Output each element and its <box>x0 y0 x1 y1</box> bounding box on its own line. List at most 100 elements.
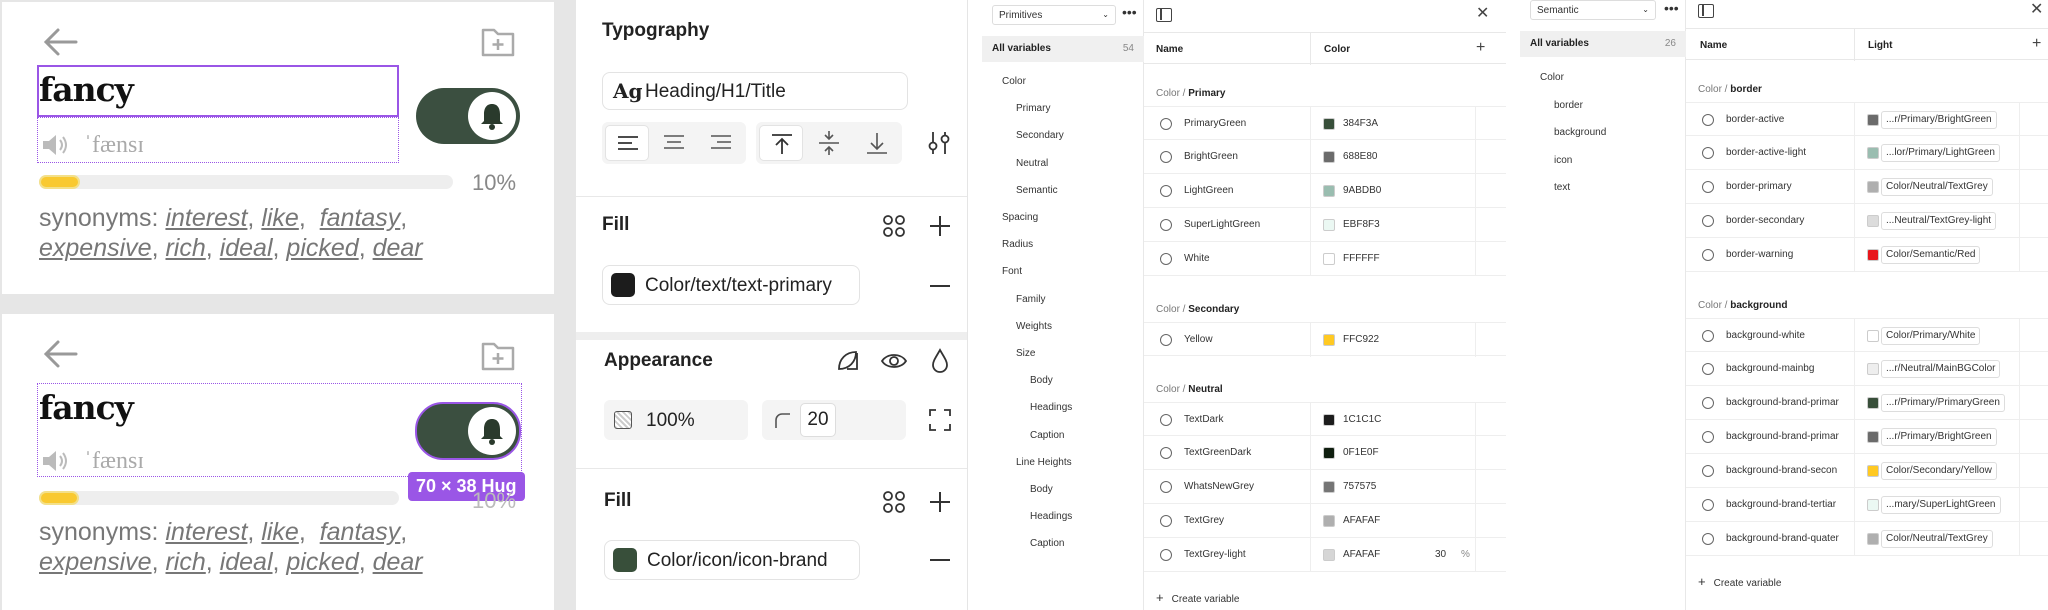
styles-grid-icon[interactable] <box>880 488 908 516</box>
synonym-link[interactable]: rich <box>165 548 205 576</box>
variable-value-cell[interactable]: ...mary/SuperLightGreen <box>1854 488 2019 522</box>
sidebar-toggle-icon[interactable] <box>1156 8 1172 22</box>
notification-toggle[interactable] <box>416 88 520 144</box>
close-icon[interactable]: ✕ <box>2030 2 2043 18</box>
align-top-icon[interactable] <box>759 125 803 161</box>
opacity-field[interactable]: 100% <box>604 400 748 440</box>
variable-row[interactable]: TextGreenDark 0F1E0F <box>1144 436 1506 470</box>
remove-fill-icon[interactable] <box>926 546 954 574</box>
variable-row[interactable]: SuperLightGreen EBF8F3 <box>1144 208 1506 242</box>
group-item[interactable]: Color <box>1002 72 1026 92</box>
group-item[interactable]: Radius <box>1002 235 1033 255</box>
variable-value-cell[interactable]: ...Neutral/TextGrey-light <box>1854 204 2019 238</box>
alias-chip[interactable]: ...r/Neutral/MainBGColor <box>1881 360 2001 378</box>
group-item[interactable]: Neutral <box>1016 154 1048 174</box>
group-item[interactable]: text <box>1554 178 1570 198</box>
variable-value-cell[interactable]: Color/Semantic/Red <box>1854 238 2019 272</box>
synonym-link[interactable]: interest <box>165 518 247 546</box>
variable-value-cell[interactable]: ...lor/Primary/LightGreen <box>1854 136 2019 170</box>
variable-value-cell[interactable]: Color/Primary/White <box>1854 319 2019 353</box>
add-fill-icon[interactable] <box>926 212 954 240</box>
align-left-icon[interactable] <box>605 125 649 161</box>
synonym-link[interactable]: rich <box>165 234 205 262</box>
group-item[interactable]: Line Heights <box>1016 453 1072 473</box>
group-item[interactable]: Family <box>1016 290 1045 310</box>
variable-row[interactable]: background-white Color/Primary/White <box>1686 318 2048 353</box>
variable-row[interactable]: White FFFFFF <box>1144 242 1506 276</box>
sidebar-toggle-icon[interactable] <box>1698 4 1714 18</box>
align-right-icon[interactable] <box>699 125 743 161</box>
opacity-value[interactable]: 30 <box>1435 538 1446 572</box>
blend-mode-icon[interactable] <box>834 347 862 375</box>
synonym-link[interactable]: like <box>261 204 299 232</box>
variable-row[interactable]: LightGreen 9ABDB0 <box>1144 174 1506 208</box>
variable-row[interactable]: BrightGreen 688E80 <box>1144 140 1506 174</box>
alias-chip[interactable]: ...r/Primary/BrightGreen <box>1881 111 1997 129</box>
group-item[interactable]: Headings <box>1030 507 1072 527</box>
close-icon[interactable]: ✕ <box>1476 6 1489 22</box>
group-item[interactable]: Size <box>1016 344 1035 364</box>
synonym-link[interactable]: ideal <box>220 548 273 576</box>
word-card-1[interactable]: fancy ˈfænsɪ 10% synonyms: interest, lik… <box>2 2 554 294</box>
alias-chip[interactable]: Color/Primary/White <box>1881 327 1981 345</box>
speaker-icon[interactable] <box>40 133 72 157</box>
styles-grid-icon[interactable] <box>880 212 908 240</box>
synonym-link[interactable]: fantasy <box>320 204 401 232</box>
synonym-link[interactable]: fantasy <box>320 518 401 546</box>
corner-radius-value[interactable]: 20 <box>800 403 836 437</box>
group-item[interactable]: border <box>1554 96 1583 116</box>
group-item[interactable]: Caption <box>1030 426 1064 446</box>
corner-radius-field[interactable]: 20 <box>762 400 906 440</box>
variable-value-cell[interactable]: AFAFAF 30% <box>1310 538 1475 572</box>
variable-row[interactable]: TextGrey AFAFAF <box>1144 504 1506 538</box>
variable-value-cell[interactable]: FFC922 <box>1310 323 1475 357</box>
synonym-link[interactable]: like <box>261 518 299 546</box>
variable-row[interactable]: background-brand-primar ...r/Primary/Prim… <box>1686 386 2048 420</box>
variable-value-cell[interactable]: ...r/Primary/BrightGreen <box>1854 420 2019 454</box>
variable-row[interactable]: background-brand-quater Color/Neutral/Tex… <box>1686 522 2048 556</box>
variable-value-cell[interactable]: AFAFAF <box>1310 504 1475 538</box>
synonym-link[interactable]: dear <box>373 548 423 576</box>
group-item[interactable]: Color <box>1540 68 1564 88</box>
variable-row[interactable]: border-secondary ...Neutral/TextGrey-ligh… <box>1686 204 2048 238</box>
design-canvas[interactable]: fancy ˈfænsɪ 10% synonyms: interest, lik… <box>0 0 576 610</box>
back-arrow-icon[interactable] <box>40 26 80 58</box>
add-folder-icon[interactable] <box>480 338 516 372</box>
group-item[interactable]: Body <box>1030 371 1053 391</box>
opacity-drop-icon[interactable] <box>926 347 954 375</box>
group-item[interactable]: Semantic <box>1016 181 1058 201</box>
alias-chip[interactable]: ...lor/Primary/LightGreen <box>1881 144 2000 162</box>
fill-color-variable[interactable]: Color/icon/icon-brand <box>604 540 860 580</box>
synonym-link[interactable]: picked <box>286 234 358 262</box>
group-item[interactable]: Caption <box>1030 534 1064 554</box>
alias-chip[interactable]: Color/Neutral/TextGrey <box>1881 178 1993 196</box>
remove-fill-icon[interactable] <box>926 272 954 300</box>
alias-chip[interactable]: Color/Secondary/Yellow <box>1881 462 1997 480</box>
group-item[interactable]: background <box>1554 123 1606 143</box>
variable-row[interactable]: PrimaryGreen 384F3A <box>1144 106 1506 141</box>
variable-row[interactable]: background-brand-primar ...r/Primary/Brig… <box>1686 420 2048 454</box>
variable-row[interactable]: Yellow FFC922 <box>1144 322 1506 357</box>
variable-value-cell[interactable]: FFFFFF <box>1310 242 1475 276</box>
variable-value-cell[interactable]: ...r/Primary/PrimaryGreen <box>1854 386 2019 420</box>
align-middle-icon[interactable] <box>807 125 851 161</box>
fill-color-variable[interactable]: Color/text/text-primary <box>602 265 860 305</box>
more-options-icon[interactable]: ••• <box>1122 5 1137 19</box>
group-item[interactable]: Secondary <box>1016 126 1064 146</box>
variable-row[interactable]: background-brand-secon Color/Secondary/Ye… <box>1686 454 2048 488</box>
variable-value-cell[interactable]: EBF8F3 <box>1310 208 1475 242</box>
variable-row[interactable]: TextGrey-light AFAFAF 30% <box>1144 538 1506 572</box>
text-style-select[interactable]: Ag Heading/H1/Title <box>602 72 908 110</box>
synonym-link[interactable]: expensive <box>39 234 152 262</box>
add-folder-icon[interactable] <box>480 24 516 58</box>
speaker-icon[interactable] <box>40 449 72 473</box>
word-card-2[interactable]: fancy ˈfænsɪ 70 × 38 Hug 10% synonyms: i… <box>2 314 554 610</box>
group-item[interactable]: Font <box>1002 262 1022 282</box>
variable-row[interactable]: border-active ...r/Primary/BrightGreen <box>1686 102 2048 137</box>
notification-toggle[interactable] <box>415 402 521 460</box>
all-variables-item[interactable]: All variables 26 <box>1520 31 1686 57</box>
variable-value-cell[interactable]: 1C1C1C <box>1310 403 1475 437</box>
group-item[interactable]: icon <box>1554 151 1572 171</box>
variable-row[interactable]: border-active-light ...lor/Primary/LightG… <box>1686 136 2048 170</box>
alias-chip[interactable]: ...Neutral/TextGrey-light <box>1881 212 1997 230</box>
